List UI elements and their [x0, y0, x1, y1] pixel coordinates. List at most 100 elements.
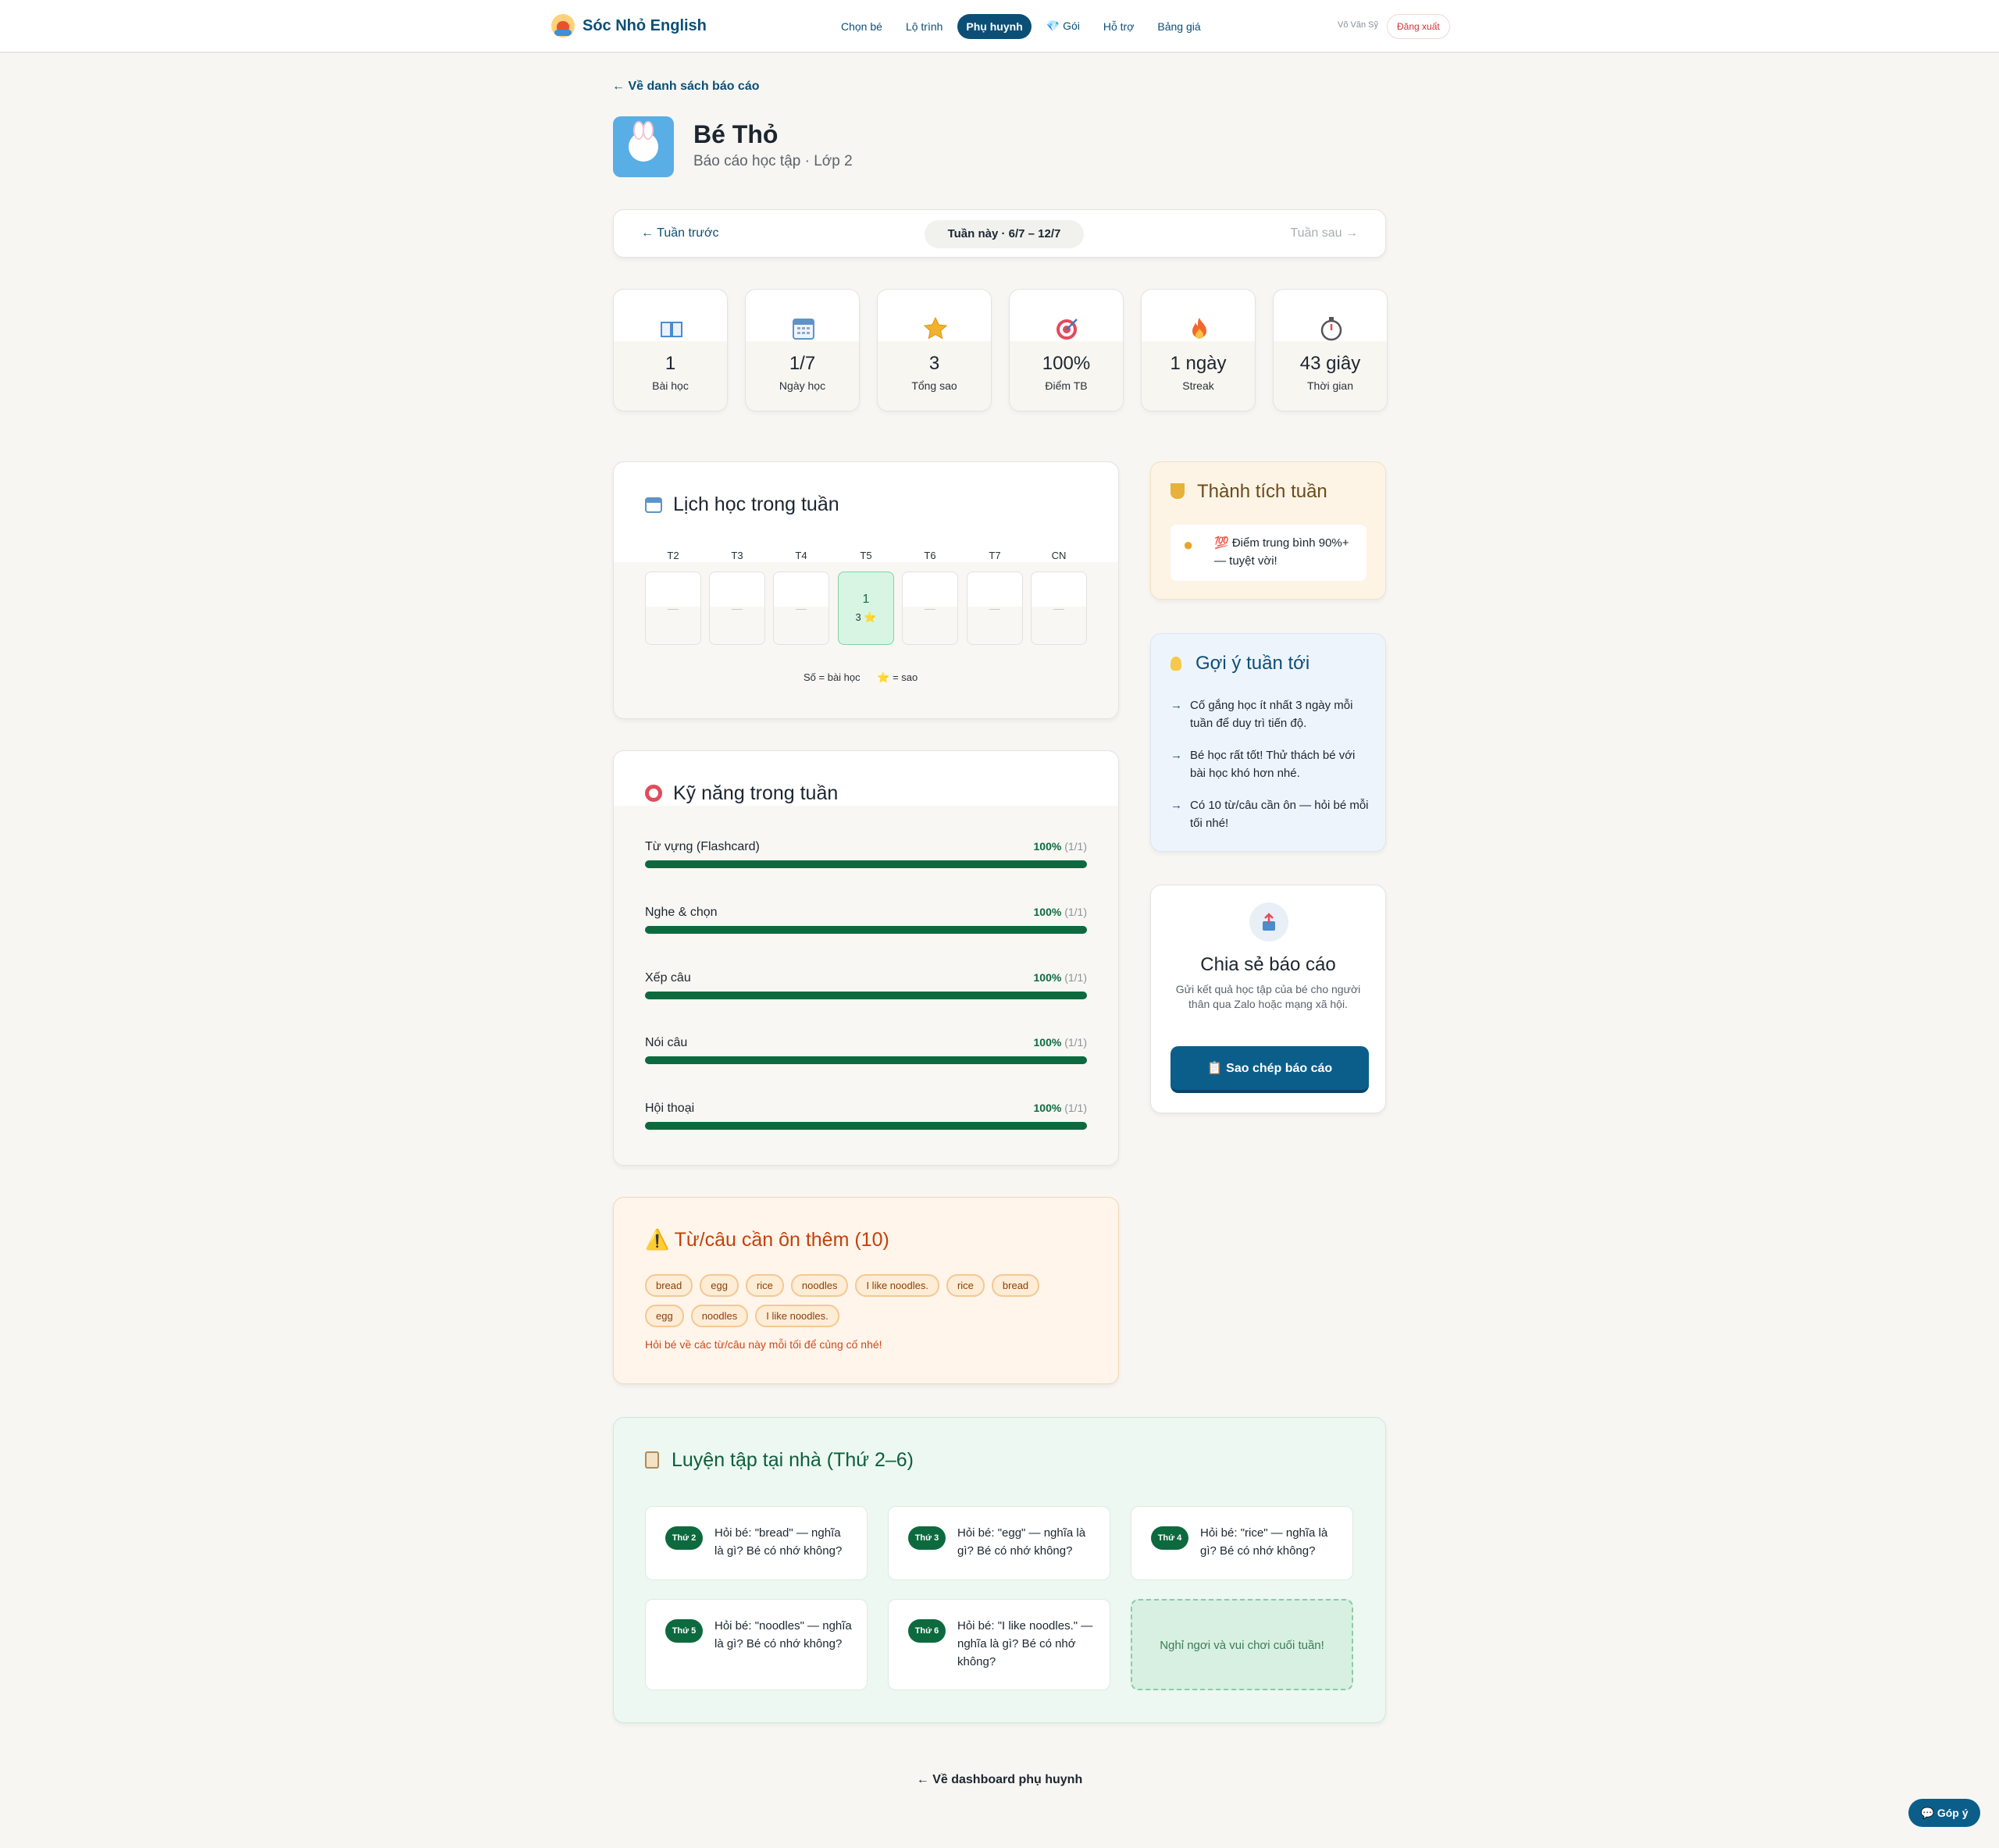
logout-button[interactable]: Đăng xuất: [1387, 14, 1450, 39]
day-cell-active: 1 3 ⭐: [838, 571, 894, 645]
stopwatch-icon: [1319, 316, 1344, 341]
nav-link-bang-gia[interactable]: Bảng giá: [1149, 14, 1209, 39]
review-words-card: ⚠️ Từ/câu cần ôn thêm (10) bread egg ric…: [613, 1197, 1119, 1384]
skill-name: Nói câu: [645, 1036, 688, 1049]
stat-card-time: 43 giây Thời gian: [1273, 289, 1388, 411]
skill-progress-bar: [645, 992, 1087, 999]
brand[interactable]: Sóc Nhỏ English: [551, 14, 707, 37]
practice-item: Thứ 2 Hỏi bé: "bread" — nghĩa là gì? Bé …: [645, 1506, 868, 1580]
stat-label: Điểm TB: [1045, 379, 1088, 392]
stat-value: 100%: [1042, 353, 1091, 374]
achievements-title: Thành tích tuần: [1171, 481, 1327, 503]
day-column: T6 —: [902, 550, 958, 645]
squirrel-logo-icon: [551, 14, 575, 37]
nav-link-goi[interactable]: 💎 Gói: [1038, 13, 1089, 39]
practice-item: Thứ 6 Hỏi bé: "I like noodles." — nghĩa …: [888, 1599, 1110, 1690]
share-report-card: Chia sẻ báo cáo Gửi kết quả học tập của …: [1150, 885, 1386, 1113]
skill-percent: 100% (1/1): [1033, 1102, 1088, 1114]
clipboard-icon: [645, 1451, 659, 1469]
day-badge: Thứ 3: [908, 1526, 946, 1550]
nav-link-chon-be[interactable]: Chọn bé: [832, 14, 891, 39]
day-badge: Thứ 5: [665, 1619, 703, 1643]
skill-name: Xếp câu: [645, 971, 691, 985]
skill-progress-bar: [645, 860, 1087, 868]
review-chip: rice: [745, 1274, 784, 1297]
practice-text: Hỏi bé: "I like noodles." — nghĩa là gì?…: [957, 1619, 1093, 1668]
skill-progress-fill: [645, 992, 1087, 999]
skill-name: Hội thoại: [645, 1102, 695, 1115]
user-name: Võ Văn Sỹ: [1338, 20, 1378, 30]
stat-label: Bài học: [652, 379, 689, 392]
nav-link-lo-trinh[interactable]: Lộ trình: [897, 14, 951, 39]
skill-percent: 100% (1/1): [1033, 971, 1088, 984]
weekend-text: Nghỉ ngơi và vui chơi cuối tuần!: [1160, 1639, 1324, 1652]
nav-link-ho-tro[interactable]: Hỗ trợ: [1095, 14, 1143, 39]
stat-card-days: 1/7 Ngày học: [745, 289, 860, 411]
day-label: T3: [731, 550, 743, 561]
practice-text: Hỏi bé: "noodles" — nghĩa là gì? Bé có n…: [714, 1619, 852, 1650]
skill-progress-fill: [645, 1056, 1087, 1064]
skill-name: Từ vựng (Flashcard): [645, 840, 760, 853]
stat-label: Ngày học: [779, 379, 826, 392]
stat-label: Streak: [1182, 379, 1214, 392]
practice-item: Thứ 3 Hỏi bé: "egg" — nghĩa là gì? Bé có…: [888, 1506, 1110, 1580]
weekly-schedule-card: Lịch học trong tuần T2 — T3 — T4 — T5 1 …: [613, 461, 1119, 719]
nav-links: Chọn bé Lộ trình Phụ huynh 💎 Gói Hỗ trợ …: [832, 13, 1210, 39]
skill-progress-fill: [645, 926, 1087, 934]
book-icon: [659, 316, 684, 341]
day-cell: —: [967, 571, 1023, 645]
calendar-icon: [645, 497, 662, 513]
review-chip: rice: [946, 1274, 985, 1297]
day-label: T2: [667, 550, 679, 561]
skill-progress-bar: [645, 1122, 1087, 1130]
week-selector: ← Tuần trước Tuần này · 6/7 – 12/7 Tuần …: [613, 209, 1386, 258]
day-column: T2 —: [645, 550, 701, 645]
stat-value: 3: [928, 353, 940, 374]
day-column: T3 —: [709, 550, 765, 645]
weekly-skills-card: Kỹ năng trong tuần Từ vựng (Flashcard) 1…: [613, 750, 1119, 1166]
back-to-reports-link[interactable]: ← Về danh sách báo cáo: [612, 80, 760, 94]
stat-label: Thời gian: [1307, 379, 1353, 392]
prev-week-button[interactable]: ← Tuần trước: [641, 226, 718, 240]
child-avatar: [613, 116, 674, 177]
next-week-button[interactable]: Tuần sau →: [1290, 226, 1358, 240]
skill-percent: 100% (1/1): [1033, 906, 1088, 918]
share-title: Chia sẻ báo cáo: [1200, 954, 1336, 975]
day-cell: —: [709, 571, 765, 645]
stat-card-lessons: 1 Bài học: [613, 289, 728, 411]
stat-label: Tổng sao: [911, 379, 957, 392]
skill-progress-bar: [645, 1056, 1087, 1064]
practice-text: Hỏi bé: "bread" — nghĩa là gì? Bé có nhớ…: [714, 1526, 843, 1558]
suggestion-item: Bé học rất tốt! Thử thách bé với bài học…: [1171, 746, 1374, 782]
day-label: T6: [924, 550, 936, 561]
star-icon: [923, 316, 948, 341]
day-cell: —: [773, 571, 829, 645]
bunny-icon: [629, 121, 658, 162]
copy-report-button[interactable]: 📋 Sao chép báo cáo: [1171, 1046, 1369, 1093]
feedback-button[interactable]: 💬 Góp ý: [1908, 1799, 1980, 1827]
fire-icon: [1187, 316, 1212, 341]
calendar-icon: [791, 316, 816, 341]
day-cell: —: [1031, 571, 1087, 645]
day-column: T7 —: [967, 550, 1023, 645]
achievements-card: Thành tích tuần ● 💯 Điểm trung bình 90%+…: [1150, 461, 1386, 600]
skill-progress-fill: [645, 1122, 1087, 1130]
day-label: T4: [795, 550, 807, 561]
suggestion-list: Cố gắng học ít nhất 3 ngày mỗi tuần để d…: [1171, 696, 1374, 846]
stat-card-streak: 1 ngày Streak: [1141, 289, 1256, 411]
day-badge: Thứ 4: [1151, 1526, 1188, 1550]
day-cell: —: [902, 571, 958, 645]
back-to-dashboard-link[interactable]: ← Về dashboard phụ huynh: [0, 1773, 1999, 1787]
skills-title: Kỹ năng trong tuần: [645, 782, 838, 805]
review-chip: noodles: [690, 1305, 749, 1327]
nav-link-phu-huynh[interactable]: Phụ huynh: [957, 13, 1032, 39]
current-week-label: Tuần này · 6/7 – 12/7: [925, 220, 1084, 248]
suggestion-item: Cố gắng học ít nhất 3 ngày mỗi tuần để d…: [1171, 696, 1374, 732]
review-chip: bread: [645, 1274, 693, 1297]
review-title: ⚠️ Từ/câu cần ôn thêm (10): [645, 1229, 889, 1251]
target-icon: [1055, 316, 1080, 341]
skill-percent: 100% (1/1): [1033, 840, 1088, 853]
home-practice-title: Luyện tập tại nhà (Thứ 2–6): [645, 1449, 914, 1472]
trophy-icon: [1171, 483, 1185, 499]
top-navbar: Sóc Nhỏ English Chọn bé Lộ trình Phụ huy…: [0, 0, 1999, 53]
